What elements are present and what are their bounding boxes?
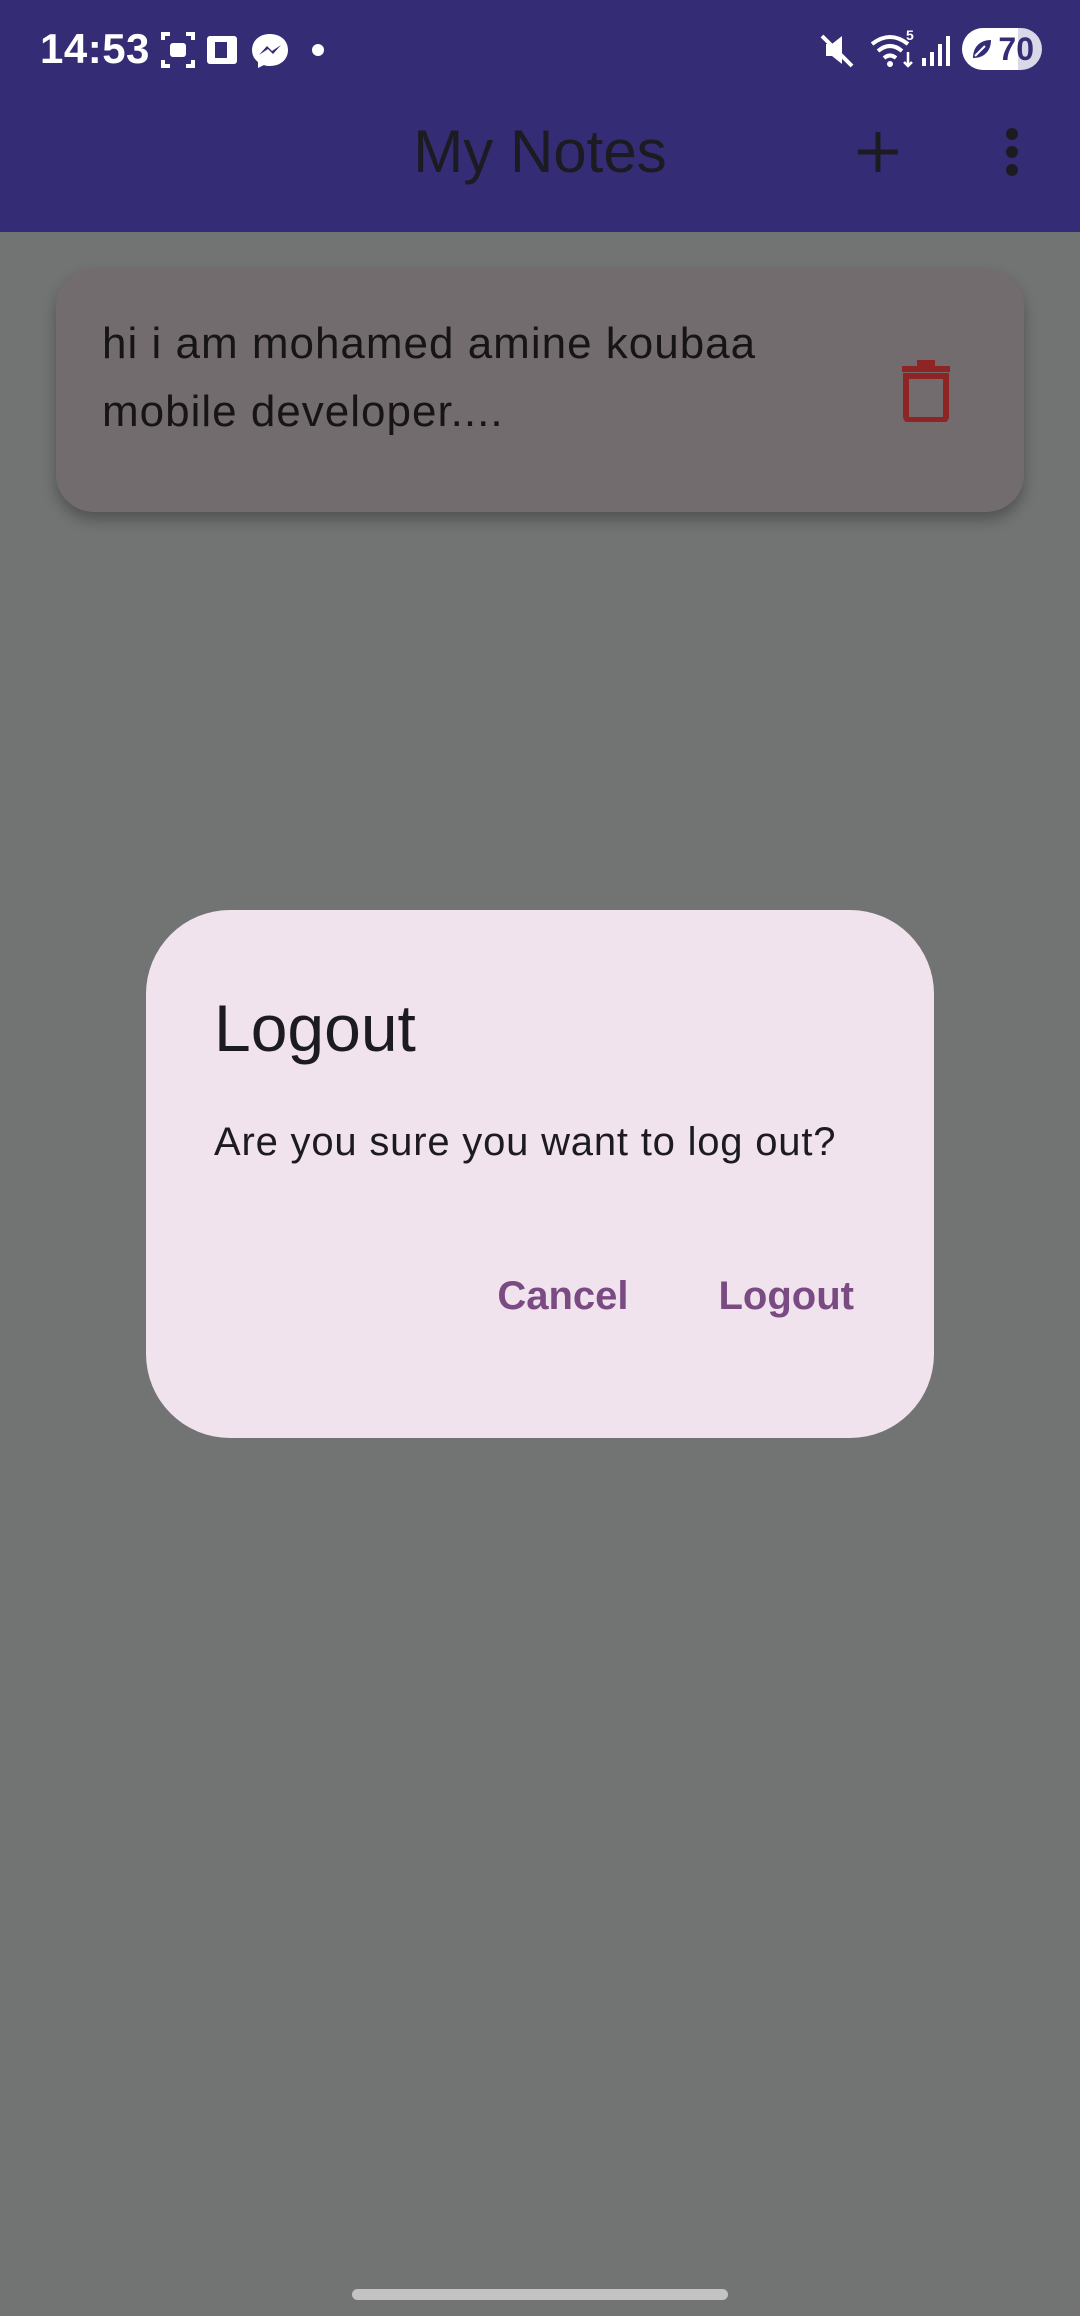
add-icon	[858, 132, 898, 172]
add-note-button[interactable]	[846, 120, 910, 184]
battery-saver-leaf-icon	[973, 40, 991, 58]
status-time: 14:53	[40, 25, 150, 72]
note-text: hi i am mohamed amine koubaa mobile deve…	[102, 319, 757, 436]
logout-dialog: Logout Are you sure you want to log out?…	[146, 910, 934, 1438]
more-options-button[interactable]	[980, 120, 1044, 184]
more-vert-icon	[1006, 128, 1018, 176]
wifi-icon: 5	[870, 28, 914, 68]
status-bar: 14:53 5 70	[0, 0, 1080, 98]
screenshot-icon	[161, 32, 195, 68]
messenger-icon	[252, 34, 288, 68]
dialog-message: Are you sure you want to log out?	[214, 1120, 837, 1164]
delete-icon[interactable]	[900, 358, 952, 422]
note-card[interactable]: hi i am mohamed amine koubaa mobile deve…	[56, 268, 1024, 512]
dialog-title: Logout	[214, 991, 416, 1065]
battery-indicator: 70	[962, 28, 1042, 70]
gesture-navigation-bar[interactable]	[352, 2289, 728, 2300]
svg-text:5: 5	[906, 28, 914, 43]
sim-card-icon	[207, 36, 237, 64]
logout-button[interactable]: Logout	[719, 1270, 855, 1322]
signal-icon	[922, 36, 950, 66]
cancel-button[interactable]: Cancel	[497, 1270, 628, 1322]
page-title: My Notes	[413, 118, 667, 185]
dialog-actions: Cancel Logout	[497, 1270, 854, 1322]
mute-icon	[820, 34, 854, 68]
notification-dot-icon	[312, 44, 324, 56]
battery-level: 70	[998, 31, 1034, 67]
app-bar: My Notes	[0, 98, 1080, 232]
